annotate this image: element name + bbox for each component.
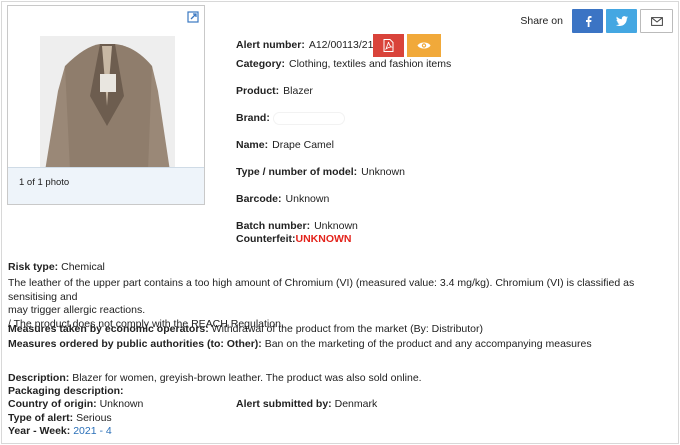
eye-icon <box>417 42 431 49</box>
photo-card: 1 of 1 photo <box>7 5 205 205</box>
alert-number-value: A12/00113/21 <box>308 39 374 51</box>
measures-authorities-label: Measures ordered by public authorities (… <box>8 338 262 350</box>
product-value: Blazer <box>283 85 313 97</box>
risk-type-label: Risk type: <box>8 261 59 273</box>
counterfeit-value: UNKNOWN <box>295 233 352 245</box>
product-photo[interactable] <box>40 36 175 171</box>
photo-counter: 1 of 1 photo <box>8 167 204 204</box>
model-label: Type / number of model: <box>236 166 358 178</box>
expand-icon[interactable] <box>182 6 204 28</box>
risk-type-value: Chemical <box>61 261 105 273</box>
pdf-download-button[interactable] <box>373 34 404 57</box>
batch-value: Unknown <box>314 220 358 232</box>
risk-type-row: Risk type: Chemical <box>8 261 105 273</box>
batch-row: Batch number: Unknown <box>236 220 358 232</box>
alert-type-label: Type of alert: <box>8 412 74 424</box>
name-value: Drape Camel <box>272 139 334 151</box>
origin-label: Country of origin: <box>8 398 97 410</box>
description-row: Description: Blazer for women, greyish-b… <box>8 372 422 384</box>
year-week-label: Year - Week: <box>8 425 71 437</box>
counterfeit-label: Counterfeit: <box>236 233 296 245</box>
barcode-label: Barcode: <box>236 193 282 205</box>
brand-value <box>273 112 344 124</box>
submitted-label: Alert submitted by: <box>236 398 332 410</box>
alert-type-row: Type of alert: Serious <box>8 412 112 424</box>
product-label: Product: <box>236 85 280 97</box>
pdf-icon <box>383 39 394 52</box>
facebook-icon <box>585 16 591 27</box>
risk-line-2: may trigger allergic reactions. <box>8 304 146 316</box>
category-row: Category: Clothing, textiles and fashion … <box>236 58 451 70</box>
view-button[interactable] <box>407 34 441 57</box>
submitted-row: Alert submitted by: Denmark <box>236 398 377 410</box>
facebook-share-button[interactable] <box>572 9 603 33</box>
origin-value: Unknown <box>99 398 144 410</box>
mail-share-button[interactable] <box>640 9 673 33</box>
alert-number-label: Alert number: <box>236 39 305 51</box>
brand-row: Brand: <box>236 112 344 124</box>
origin-row: Country of origin: Unknown <box>8 398 143 410</box>
barcode-row: Barcode: Unknown <box>236 193 329 205</box>
year-week-link[interactable]: 2021 - 4 <box>73 425 112 437</box>
category-label: Category: <box>236 58 286 70</box>
measures-operators-label: Measures taken by economic operators: <box>8 323 209 335</box>
alert-type-value: Serious <box>76 412 112 424</box>
twitter-icon <box>615 16 628 26</box>
description-label: Description: <box>8 372 70 384</box>
share-label: Share on <box>520 15 563 27</box>
alert-number-row: Alert number: A12/00113/21 <box>236 39 373 51</box>
name-row: Name: Drape Camel <box>236 139 334 151</box>
barcode-value: Unknown <box>285 193 330 205</box>
brand-label: Brand: <box>236 112 270 124</box>
measures-authorities-row: Measures ordered by public authorities (… <box>8 338 592 350</box>
batch-label: Batch number: <box>236 220 311 232</box>
packaging-label: Packaging description: <box>8 385 124 397</box>
submitted-value: Denmark <box>334 398 378 410</box>
share-bar: Share on <box>520 9 673 33</box>
measures-operators-value: Withdrawal of the product from the marke… <box>211 323 484 335</box>
counterfeit-row: Counterfeit:UNKNOWN <box>236 233 352 245</box>
category-value: Clothing, textiles and fashion items <box>289 58 452 70</box>
product-row: Product: Blazer <box>236 85 313 97</box>
risk-line-1: The leather of the upper part contains a… <box>8 277 635 303</box>
model-value: Unknown <box>361 166 405 178</box>
twitter-share-button[interactable] <box>606 9 637 33</box>
description-value: Blazer for women, greyish-brown leather.… <box>72 372 422 384</box>
measures-authorities-value: Ban on the marketing of the product and … <box>264 338 592 350</box>
measures-operators-row: Measures taken by economic operators: Wi… <box>8 323 483 335</box>
mail-icon <box>650 16 663 26</box>
name-label: Name: <box>236 139 269 151</box>
packaging-row: Packaging description: <box>8 385 124 397</box>
model-row: Type / number of model: Unknown <box>236 166 405 178</box>
year-week-row: Year - Week: 2021 - 4 <box>8 425 112 437</box>
